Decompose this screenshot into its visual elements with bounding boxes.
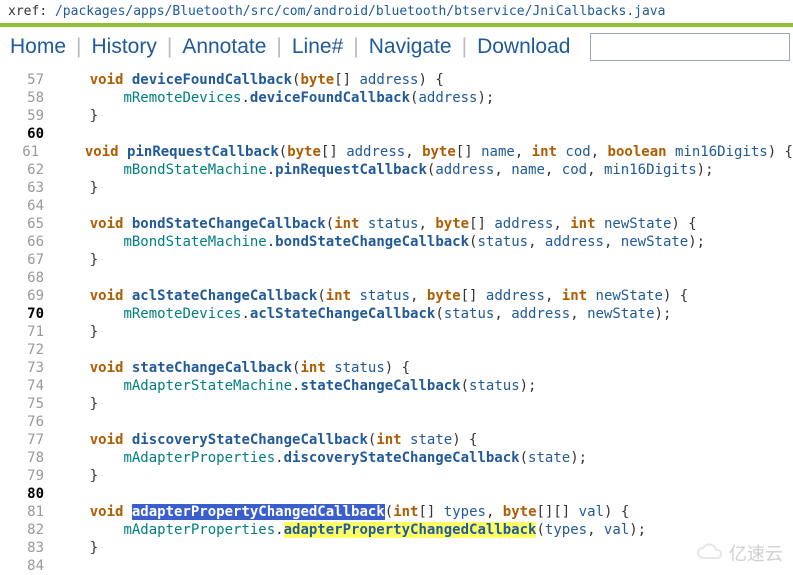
line-content[interactable]: mRemoteDevices.aclStateChangeCallback(st… <box>56 305 671 323</box>
line-content[interactable]: mAdapterStateMachine.stateChangeCallback… <box>56 377 536 395</box>
line-content[interactable]: mAdapterProperties.discoveryStateChangeC… <box>56 449 587 467</box>
code-line[interactable]: 84 <box>0 557 793 575</box>
line-number[interactable]: 73 <box>0 359 56 377</box>
line-number[interactable]: 72 <box>0 341 56 359</box>
code-line[interactable]: 81 void adapterPropertyChangedCallback(i… <box>0 503 793 521</box>
line-number[interactable]: 81 <box>0 503 56 521</box>
line-number[interactable]: 62 <box>0 161 56 179</box>
code-line[interactable]: 58 mRemoteDevices.deviceFoundCallback(ad… <box>0 89 793 107</box>
code-line[interactable]: 61 void pinRequestCallback(byte[] addres… <box>0 143 793 161</box>
line-content[interactable]: } <box>56 251 98 269</box>
code-line[interactable]: 59 } <box>0 107 793 125</box>
nav-navigate[interactable]: Navigate <box>369 35 452 59</box>
nav-annotate[interactable]: Annotate <box>182 35 266 59</box>
line-number[interactable]: 64 <box>0 197 56 215</box>
line-number[interactable]: 76 <box>0 413 56 431</box>
nav-line[interactable]: Line# <box>292 35 343 59</box>
line-content[interactable]: mAdapterProperties.adapterPropertyChange… <box>56 521 646 539</box>
line-content[interactable]: mBondStateMachine.bondStateChangeCallbac… <box>56 233 705 251</box>
line-content[interactable]: } <box>56 395 98 413</box>
line-number[interactable]: 84 <box>0 557 56 575</box>
code-line[interactable]: 82 mAdapterProperties.adapterPropertyCha… <box>0 521 793 539</box>
line-content[interactable]: void deviceFoundCallback(byte[] address)… <box>56 71 444 89</box>
code-line[interactable]: 80 <box>0 485 793 503</box>
line-number[interactable]: 77 <box>0 431 56 449</box>
code-line[interactable]: 78 mAdapterProperties.discoveryStateChan… <box>0 449 793 467</box>
line-number[interactable]: 59 <box>0 107 56 125</box>
line-number[interactable]: 66 <box>0 233 56 251</box>
code-line[interactable]: 65 void bondStateChangeCallback(int stat… <box>0 215 793 233</box>
watermark-text: 亿速云 <box>729 540 783 566</box>
line-content[interactable]: mBondStateMachine.pinRequestCallback(add… <box>56 161 714 179</box>
line-content[interactable]: void aclStateChangeCallback(int status, … <box>56 287 688 305</box>
line-content[interactable]: void bondStateChangeCallback(int status,… <box>56 215 697 233</box>
line-content[interactable]: } <box>56 323 98 341</box>
line-number[interactable]: 65 <box>0 215 56 233</box>
code-view[interactable]: 57 void deviceFoundCallback(byte[] addre… <box>0 71 793 575</box>
line-content[interactable]: } <box>56 467 98 485</box>
breadcrumb-path[interactable]: /packages/apps/Bluetooth/src/com/android… <box>55 4 665 19</box>
line-number[interactable]: 68 <box>0 269 56 287</box>
breadcrumb-label: xref <box>8 4 39 19</box>
code-line[interactable]: 67 } <box>0 251 793 269</box>
code-line[interactable]: 73 void stateChangeCallback(int status) … <box>0 359 793 377</box>
divider: | <box>76 35 81 59</box>
code-line[interactable]: 70 mRemoteDevices.aclStateChangeCallback… <box>0 305 793 323</box>
divider <box>0 23 793 27</box>
code-line[interactable]: 60 <box>0 125 793 143</box>
line-number[interactable]: 60 <box>0 125 56 143</box>
line-content[interactable]: } <box>56 539 98 557</box>
code-line[interactable]: 68 <box>0 269 793 287</box>
line-number[interactable]: 69 <box>0 287 56 305</box>
line-content[interactable]: void discoveryStateChangeCallback(int st… <box>56 431 478 449</box>
line-number[interactable]: 63 <box>0 179 56 197</box>
code-line[interactable]: 74 mAdapterStateMachine.stateChangeCallb… <box>0 377 793 395</box>
line-number[interactable]: 75 <box>0 395 56 413</box>
line-number[interactable]: 82 <box>0 521 56 539</box>
toolbar: Home | History | Annotate | Line# | Navi… <box>0 29 793 71</box>
code-line[interactable]: 79 } <box>0 467 793 485</box>
line-number[interactable]: 58 <box>0 89 56 107</box>
line-content[interactable]: } <box>56 107 98 125</box>
code-line[interactable]: 63 } <box>0 179 793 197</box>
code-line[interactable]: 75 } <box>0 395 793 413</box>
code-line[interactable]: 72 <box>0 341 793 359</box>
line-content[interactable]: } <box>56 179 98 197</box>
line-number[interactable]: 74 <box>0 377 56 395</box>
line-number[interactable]: 79 <box>0 467 56 485</box>
divider: | <box>167 35 172 59</box>
line-content[interactable]: void adapterPropertyChangedCallback(int[… <box>56 503 629 521</box>
line-number[interactable]: 61 <box>0 143 51 161</box>
breadcrumb: xref: /packages/apps/Bluetooth/src/com/a… <box>0 0 793 23</box>
divider: | <box>462 35 467 59</box>
code-line[interactable]: 64 <box>0 197 793 215</box>
code-line[interactable]: 69 void aclStateChangeCallback(int statu… <box>0 287 793 305</box>
nav-download[interactable]: Download <box>477 35 570 59</box>
code-line[interactable]: 71 } <box>0 323 793 341</box>
nav-home[interactable]: Home <box>10 35 66 59</box>
code-line[interactable]: 62 mBondStateMachine.pinRequestCallback(… <box>0 161 793 179</box>
code-line[interactable]: 77 void discoveryStateChangeCallback(int… <box>0 431 793 449</box>
code-line[interactable]: 83 } <box>0 539 793 557</box>
line-content[interactable]: void pinRequestCallback(byte[] address, … <box>51 143 793 161</box>
line-number[interactable]: 71 <box>0 323 56 341</box>
line-number[interactable]: 70 <box>0 305 56 323</box>
line-number[interactable]: 67 <box>0 251 56 269</box>
nav-history[interactable]: History <box>92 35 157 59</box>
code-line[interactable]: 66 mBondStateMachine.bondStateChangeCall… <box>0 233 793 251</box>
divider: | <box>276 35 281 59</box>
watermark: 亿速云 <box>695 540 783 566</box>
line-number[interactable]: 57 <box>0 71 56 89</box>
line-number[interactable]: 83 <box>0 539 56 557</box>
cloud-icon <box>695 543 725 563</box>
line-number[interactable]: 80 <box>0 485 56 503</box>
line-content[interactable]: void stateChangeCallback(int status) { <box>56 359 410 377</box>
code-line[interactable]: 76 <box>0 413 793 431</box>
search-input[interactable] <box>590 33 790 61</box>
line-content[interactable]: mRemoteDevices.deviceFoundCallback(addre… <box>56 89 494 107</box>
line-number[interactable]: 78 <box>0 449 56 467</box>
code-line[interactable]: 57 void deviceFoundCallback(byte[] addre… <box>0 71 793 89</box>
divider: | <box>353 35 358 59</box>
